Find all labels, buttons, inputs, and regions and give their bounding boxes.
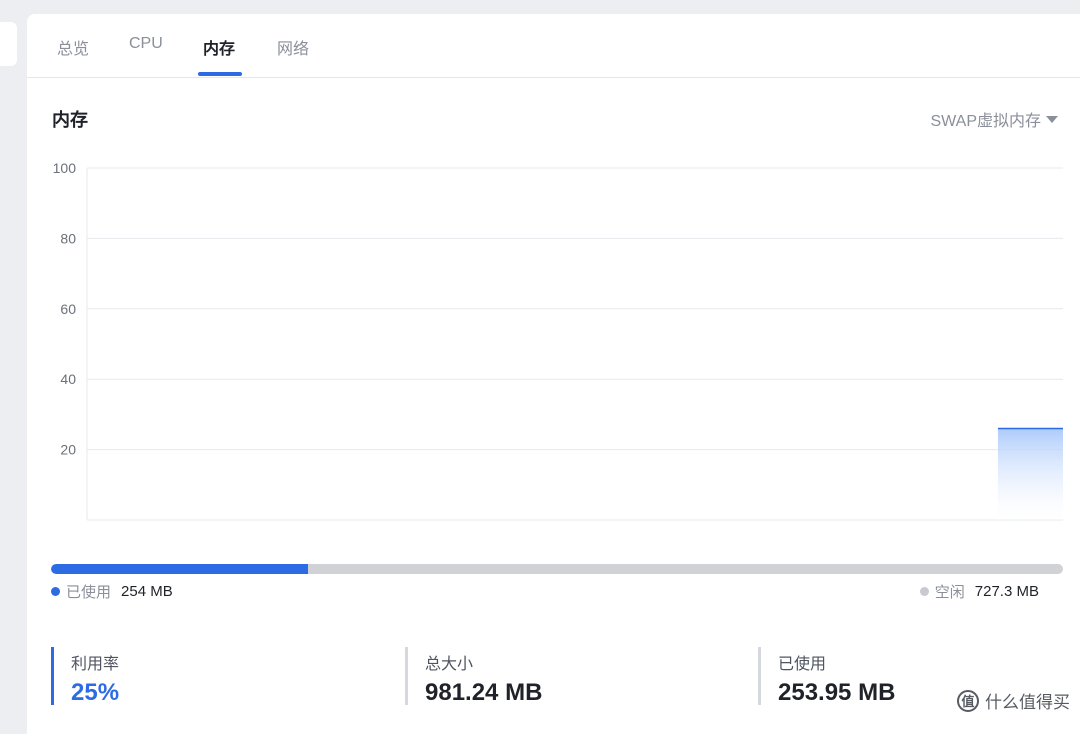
y-tick-label: 20 [60,442,76,458]
watermark-text: 什么值得买 [985,688,1070,713]
stat-utilization: 利用率 25% [51,647,119,705]
tab-memory[interactable]: 内存 [203,35,235,59]
active-tab-indicator [198,72,242,76]
stat-used-label: 已使用 [778,650,895,674]
y-tick-label: 100 [53,160,77,176]
memory-usage-chart: 100 80 60 40 20 [27,154,1080,539]
used-dot-icon [51,587,60,596]
stat-total-size: 总大小 981.24 MB [405,647,542,705]
watermark-logo-icon: 值 [957,690,979,712]
stat-used-value: 253.95 MB [778,679,895,707]
legend-free-value: 727.3 MB [975,583,1039,600]
memory-usage-bar [51,564,1063,574]
tab-cpu[interactable]: CPU [129,35,163,53]
watermark: 值 什么值得买 [957,688,1070,713]
free-dot-icon [920,587,929,596]
swap-dropdown-label: SWAP虚拟内存 [930,107,1041,131]
stat-used: 已使用 253.95 MB [758,647,895,705]
y-tick-label: 80 [60,230,76,246]
area-segment [998,428,1063,520]
y-tick-label: 40 [60,371,76,387]
stat-utilization-label: 利用率 [71,650,119,674]
tab-network[interactable]: 网络 [277,35,309,59]
tab-overview[interactable]: 总览 [57,35,89,59]
legend-used-label: 已使用 [66,581,111,602]
tab-bar: 总览 CPU 内存 网络 [27,14,1080,78]
legend-free: 空闲 727.3 MB [920,581,1039,602]
y-tick-label: 60 [60,301,76,317]
legend-used-value: 254 MB [121,583,173,600]
stat-utilization-value: 25% [71,679,119,707]
left-sidebar-edge [0,22,17,66]
swap-dropdown[interactable]: SWAP虚拟内存 [930,107,1058,131]
caret-down-icon [1046,116,1058,123]
stat-total-size-value: 981.24 MB [425,679,542,707]
section-title: 内存 [52,106,88,132]
legend-free-label: 空闲 [935,581,965,602]
stat-total-size-label: 总大小 [425,650,542,674]
legend-used: 已使用 254 MB [51,581,173,602]
memory-usage-bar-fill [51,564,308,574]
memory-panel: 总览 CPU 内存 网络 内存 SWAP虚拟内存 100 80 60 40 20 已使用… [27,14,1080,734]
